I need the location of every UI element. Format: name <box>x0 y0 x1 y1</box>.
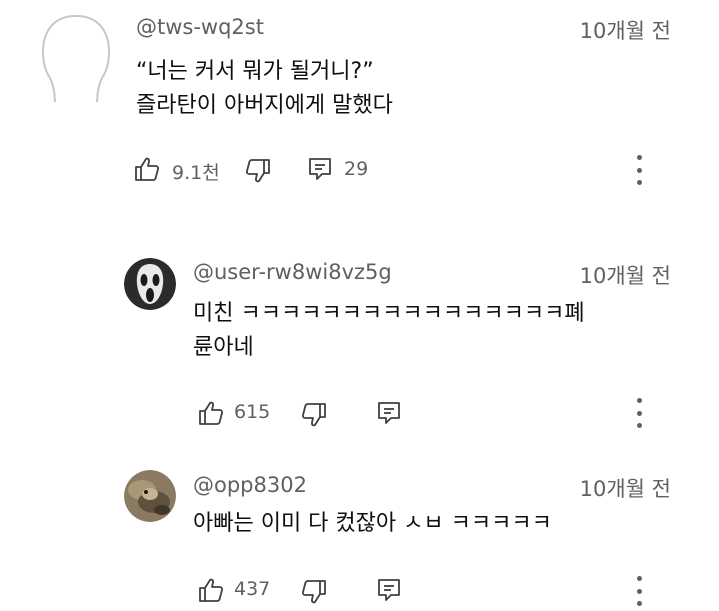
dislike-button[interactable] <box>300 401 328 429</box>
comment-author[interactable]: @tws-wq2st <box>136 15 264 39</box>
thumbs-up-icon <box>199 578 224 602</box>
comment-text-line-2: 즐라탄이 아버지에게 말했다 <box>136 93 393 118</box>
kebab-dot-icon <box>636 588 642 594</box>
reply-author[interactable]: @user-rw8wi8vz5g <box>193 260 392 284</box>
kebab-dot-icon <box>636 576 642 581</box>
like-count: 437 <box>234 578 271 600</box>
avatar[interactable] <box>31 12 121 102</box>
reply-button[interactable] <box>376 577 402 603</box>
reply-author[interactable]: @opp8302 <box>193 473 307 497</box>
reply-timestamp[interactable]: 10개월 전 <box>580 260 671 290</box>
animal-photo-icon <box>124 470 176 522</box>
reply-text-line-1: 아빠는 이미 다 컸잖아 ㅅㅂ ㅋㅋㅋㅋㅋ <box>193 511 552 536</box>
comment-text-line-1: “너는 커서 뭐가 될거니?” <box>136 59 374 84</box>
reply-avatar[interactable] <box>124 258 176 310</box>
reply-button[interactable] <box>376 400 402 426</box>
kebab-dot-icon <box>636 423 642 428</box>
reply-text-line-1: 미친 ㅋㅋㅋㅋㅋㅋㅋㅋㅋㅋㅋㅋㅋㅋㅋㅋ폐 <box>193 301 585 326</box>
thumbs-down-icon <box>301 580 326 604</box>
more-options-button[interactable] <box>635 398 643 428</box>
more-options-button[interactable] <box>635 155 643 185</box>
reply-text-line-2: 륜아네 <box>193 335 254 360</box>
reply-icon <box>309 158 331 180</box>
ghostface-mask-icon <box>124 258 176 310</box>
reply-button[interactable] <box>307 156 333 182</box>
reply-icon <box>378 402 400 424</box>
reply-icon <box>378 579 400 601</box>
thumbs-up-icon <box>199 401 224 425</box>
comment-timestamp[interactable]: 10개월 전 <box>580 15 671 45</box>
reply-count[interactable]: 29 <box>344 158 368 180</box>
more-options-button[interactable] <box>635 576 643 606</box>
like-button[interactable] <box>197 399 225 427</box>
like-button[interactable] <box>133 155 161 183</box>
like-button[interactable] <box>197 576 225 604</box>
thumbs-up-icon <box>135 157 160 181</box>
reply-timestamp[interactable]: 10개월 전 <box>580 473 671 503</box>
kebab-dot-icon <box>636 398 642 403</box>
kebab-dot-icon <box>636 180 642 185</box>
default-avatar-icon <box>41 14 111 102</box>
thumbs-down-icon <box>245 159 270 183</box>
dislike-button[interactable] <box>300 578 328 606</box>
kebab-dot-icon <box>636 155 642 160</box>
reply-avatar[interactable] <box>124 470 176 522</box>
kebab-dot-icon <box>636 410 642 416</box>
like-count: 615 <box>234 401 271 423</box>
kebab-dot-icon <box>636 167 642 173</box>
dislike-button[interactable] <box>244 157 272 185</box>
kebab-dot-icon <box>636 601 642 606</box>
thumbs-down-icon <box>301 403 326 427</box>
like-count: 9.1천 <box>172 162 220 184</box>
